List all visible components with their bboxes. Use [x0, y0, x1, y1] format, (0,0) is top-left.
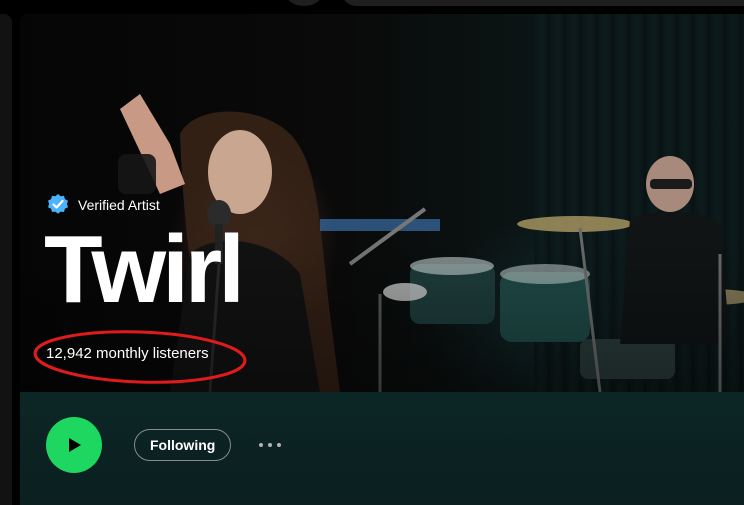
top-bar [0, 0, 744, 14]
search-bar[interactable] [342, 0, 744, 6]
following-button[interactable]: Following [134, 429, 232, 461]
artist-name: Twirl [44, 216, 245, 323]
artist-page: Verified Artist Twirl 12,942 monthly lis… [20, 14, 744, 505]
verified-artist-label: Verified Artist [78, 197, 160, 213]
verified-artist-badge: Verified Artist [46, 193, 160, 217]
more-options-dot [268, 443, 272, 447]
more-options-dot [277, 443, 281, 447]
play-button[interactable] [46, 417, 102, 473]
home-button[interactable] [284, 0, 324, 6]
play-icon [69, 438, 81, 452]
verified-badge-icon [46, 193, 70, 217]
red-annotation-circle [33, 330, 247, 384]
artist-action-bar: Following [20, 392, 744, 505]
library-sidebar [0, 14, 12, 505]
more-options-icon [259, 443, 263, 447]
more-options-button[interactable] [252, 432, 288, 458]
